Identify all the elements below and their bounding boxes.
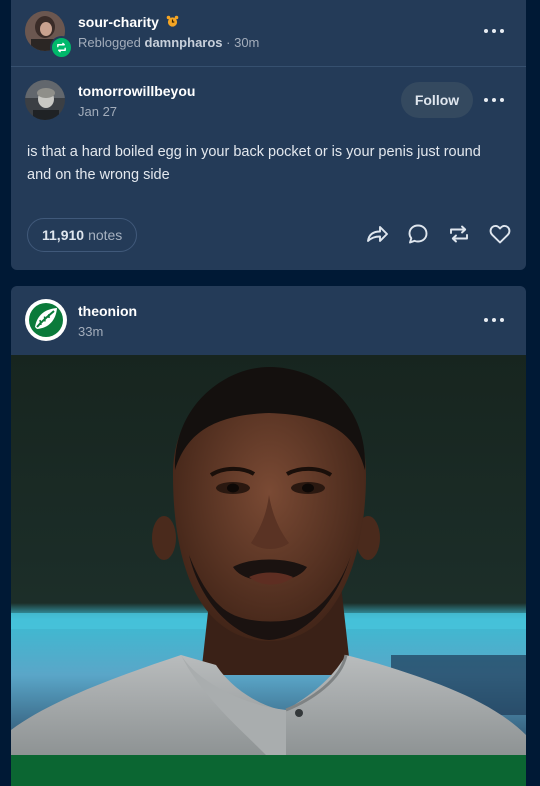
reblogged-from-link[interactable]: damnpharos	[145, 35, 223, 50]
post-actions	[365, 222, 512, 246]
onion-post-card: theonion 33m	[11, 286, 526, 786]
post-photo[interactable]	[11, 355, 526, 755]
reblog-icon[interactable]	[447, 222, 471, 246]
reblog-info: Reblogged damnpharos · 30m	[78, 35, 260, 50]
onion-more-options-icon[interactable]	[484, 317, 504, 323]
reply-icon[interactable]	[406, 222, 430, 246]
onion-logo-icon[interactable]	[25, 299, 67, 341]
post-date[interactable]: Jan 27	[78, 104, 117, 119]
original-poster-username[interactable]: tomorrowillbeyou	[78, 83, 195, 99]
reblogger-username[interactable]: sour-charity	[78, 14, 179, 30]
onion-banner	[11, 755, 526, 786]
post-body-text: is that a hard boiled egg in your back p…	[27, 144, 481, 183]
notes-button[interactable]: 11,910 notes	[27, 218, 138, 252]
post-more-options-icon[interactable]	[484, 97, 504, 103]
more-options-icon[interactable]	[484, 28, 504, 34]
original-poster-avatar[interactable]	[25, 80, 65, 120]
notes-count: 11,910	[42, 227, 85, 243]
onion-username[interactable]: theonion	[78, 303, 137, 319]
alarm-clock-icon	[166, 15, 179, 28]
reblog-badge-icon	[50, 36, 73, 59]
share-icon[interactable]	[365, 222, 389, 246]
divider	[11, 66, 526, 67]
like-icon[interactable]	[488, 222, 512, 246]
follow-button[interactable]: Follow	[401, 82, 473, 118]
notes-label: notes	[88, 227, 123, 243]
reblog-post-card: sour-charity Reblogged damnpharos · 30m …	[11, 0, 526, 270]
onion-post-time[interactable]: 33m	[78, 324, 103, 339]
